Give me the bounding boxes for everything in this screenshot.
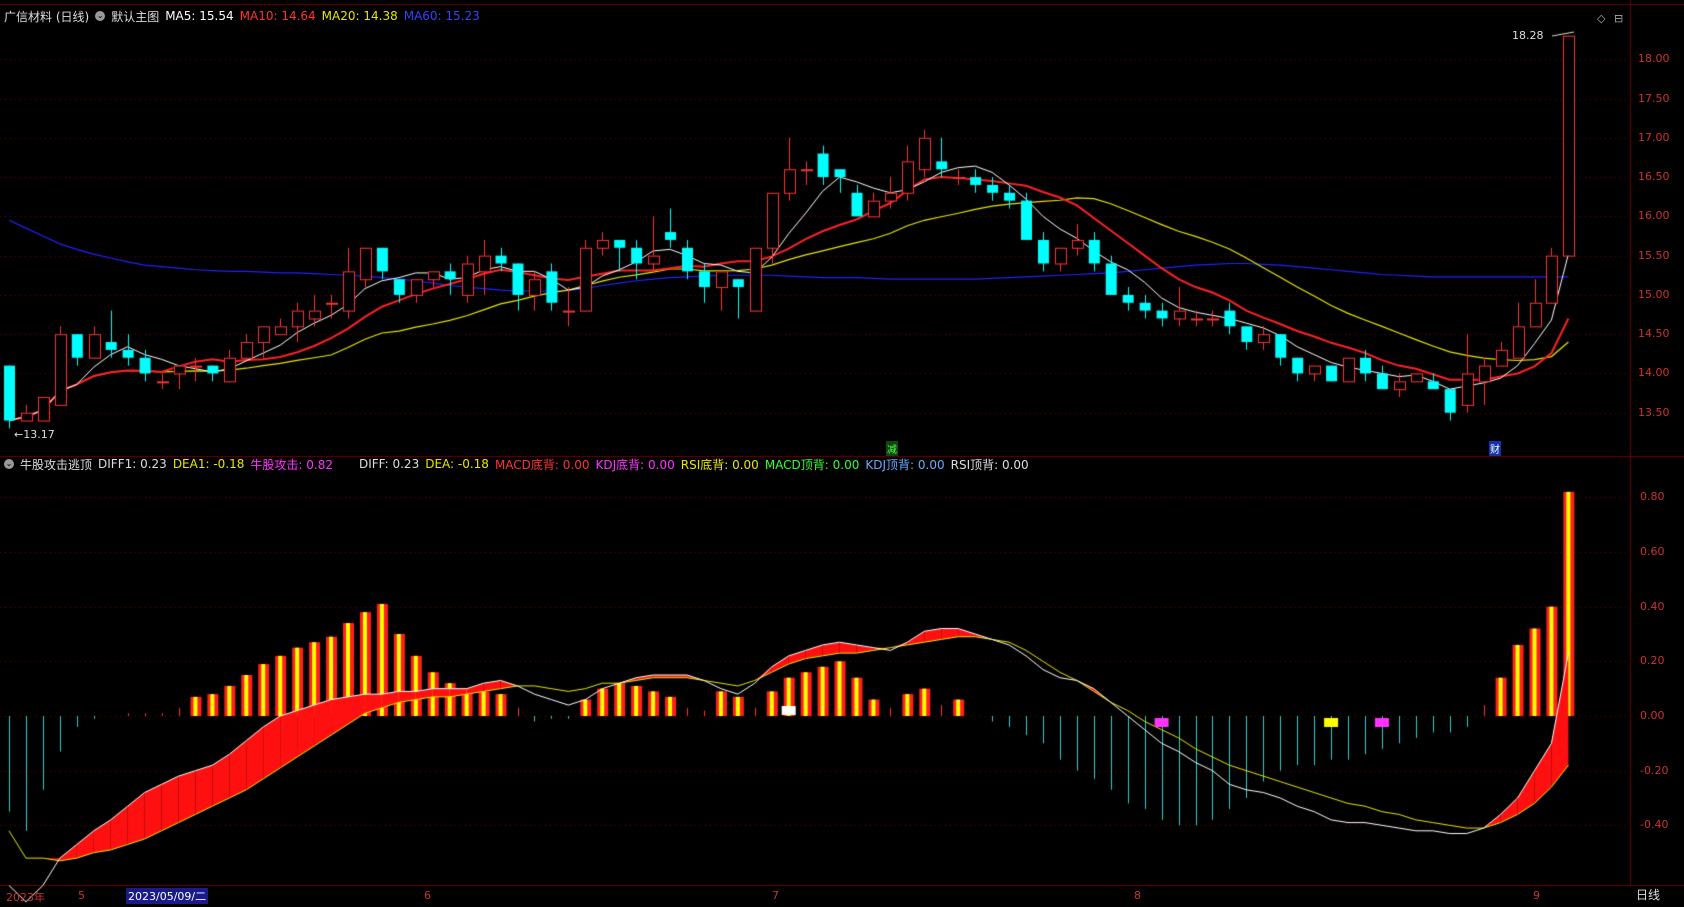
indicator-tick: 0.80 xyxy=(1640,490,1665,504)
date-year: 2023年 xyxy=(6,891,45,904)
indicator-tick: 0.60 xyxy=(1640,545,1665,558)
indicator-tick: 0.00 xyxy=(1640,709,1665,722)
diamond-icon[interactable]: ◇ xyxy=(1597,12,1605,25)
ma20-value: MA20: 14.38 xyxy=(321,9,398,23)
jian-marker[interactable]: 减 xyxy=(886,441,898,456)
date-month-8: 8 xyxy=(1134,889,1141,902)
date-cursor: 2023/05/09/二 xyxy=(126,888,209,904)
price-tick: 15.50 xyxy=(1638,248,1670,262)
rsi-bottom-value: RSI底背: 0.00 xyxy=(680,457,759,472)
high-price-label: 18.28 xyxy=(1512,29,1544,42)
indicator-tick: 0.20 xyxy=(1640,654,1665,668)
date-month-7: 7 xyxy=(772,889,779,902)
price-tick: 14.00 xyxy=(1638,366,1670,380)
ma5-value: MA5: 15.54 xyxy=(165,9,234,23)
kdj-bottom-value: KDJ底背: 0.00 xyxy=(595,457,675,472)
price-tick: 16.50 xyxy=(1638,170,1670,184)
indicator-header: ⌄ 牛股攻击逃顶 DIFF1: 0.23 DEA1: -0.18 牛股攻击: 0… xyxy=(4,456,1029,472)
stock-name[interactable]: 广信材料 (日线) xyxy=(4,8,89,25)
date-month-6: 6 xyxy=(424,889,431,902)
diff-value: DIFF: 0.23 xyxy=(358,457,420,471)
minimize-icon[interactable]: ⊟ xyxy=(1614,12,1623,25)
macd-top-value: MACD顶背: 0.00 xyxy=(764,457,860,472)
cai-marker[interactable]: 财 xyxy=(1489,441,1501,456)
price-tick: 17.00 xyxy=(1638,130,1670,144)
price-tick: 15.00 xyxy=(1638,287,1670,301)
indicator-tick: -0.20 xyxy=(1640,763,1669,777)
rsi-top-value: RSI顶背: 0.00 xyxy=(950,457,1029,472)
price-tick: 16.00 xyxy=(1638,209,1670,223)
date-month-5: 5 xyxy=(78,889,85,902)
dea1-value: DEA1: -0.18 xyxy=(172,457,245,471)
attack-value: 牛股攻击: 0.82 xyxy=(250,457,333,472)
kdj-top-value: KDJ顶背: 0.00 xyxy=(865,457,945,472)
indicator-tick: -0.40 xyxy=(1640,818,1669,832)
period-tab-daily[interactable]: 日线 xyxy=(1636,886,1660,903)
indicator-tick: 0.40 xyxy=(1640,599,1665,613)
low-price-label: ←13.17 xyxy=(14,428,55,441)
kline-chart[interactable] xyxy=(0,0,1684,907)
price-tick: 13.50 xyxy=(1638,405,1670,419)
price-tick: 14.50 xyxy=(1638,327,1670,341)
price-tick: 17.50 xyxy=(1638,91,1670,105)
dea-value: DEA: -0.18 xyxy=(425,457,489,471)
price-tick: 18.00 xyxy=(1638,52,1670,66)
main-chart-header: 广信材料 (日线) ⌄ 默认主图 MA5: 15.54 MA10: 14.64 … xyxy=(4,8,480,24)
diff1-value: DIFF1: 0.23 xyxy=(98,457,167,471)
dropdown-icon[interactable]: ⌄ xyxy=(4,459,14,469)
macd-bottom-value: MACD底背: 0.00 xyxy=(494,457,590,472)
indicator-name[interactable]: 牛股攻击逃顶 xyxy=(20,456,92,473)
main-chart-label[interactable]: 默认主图 xyxy=(111,8,159,25)
date-month-9: 9 xyxy=(1533,889,1540,902)
dropdown-icon[interactable]: ⌄ xyxy=(95,11,106,21)
ma60-value: MA60: 15.23 xyxy=(403,9,480,23)
ma10-value: MA10: 14.64 xyxy=(239,9,316,23)
low-price-value: 13.17 xyxy=(23,428,55,441)
